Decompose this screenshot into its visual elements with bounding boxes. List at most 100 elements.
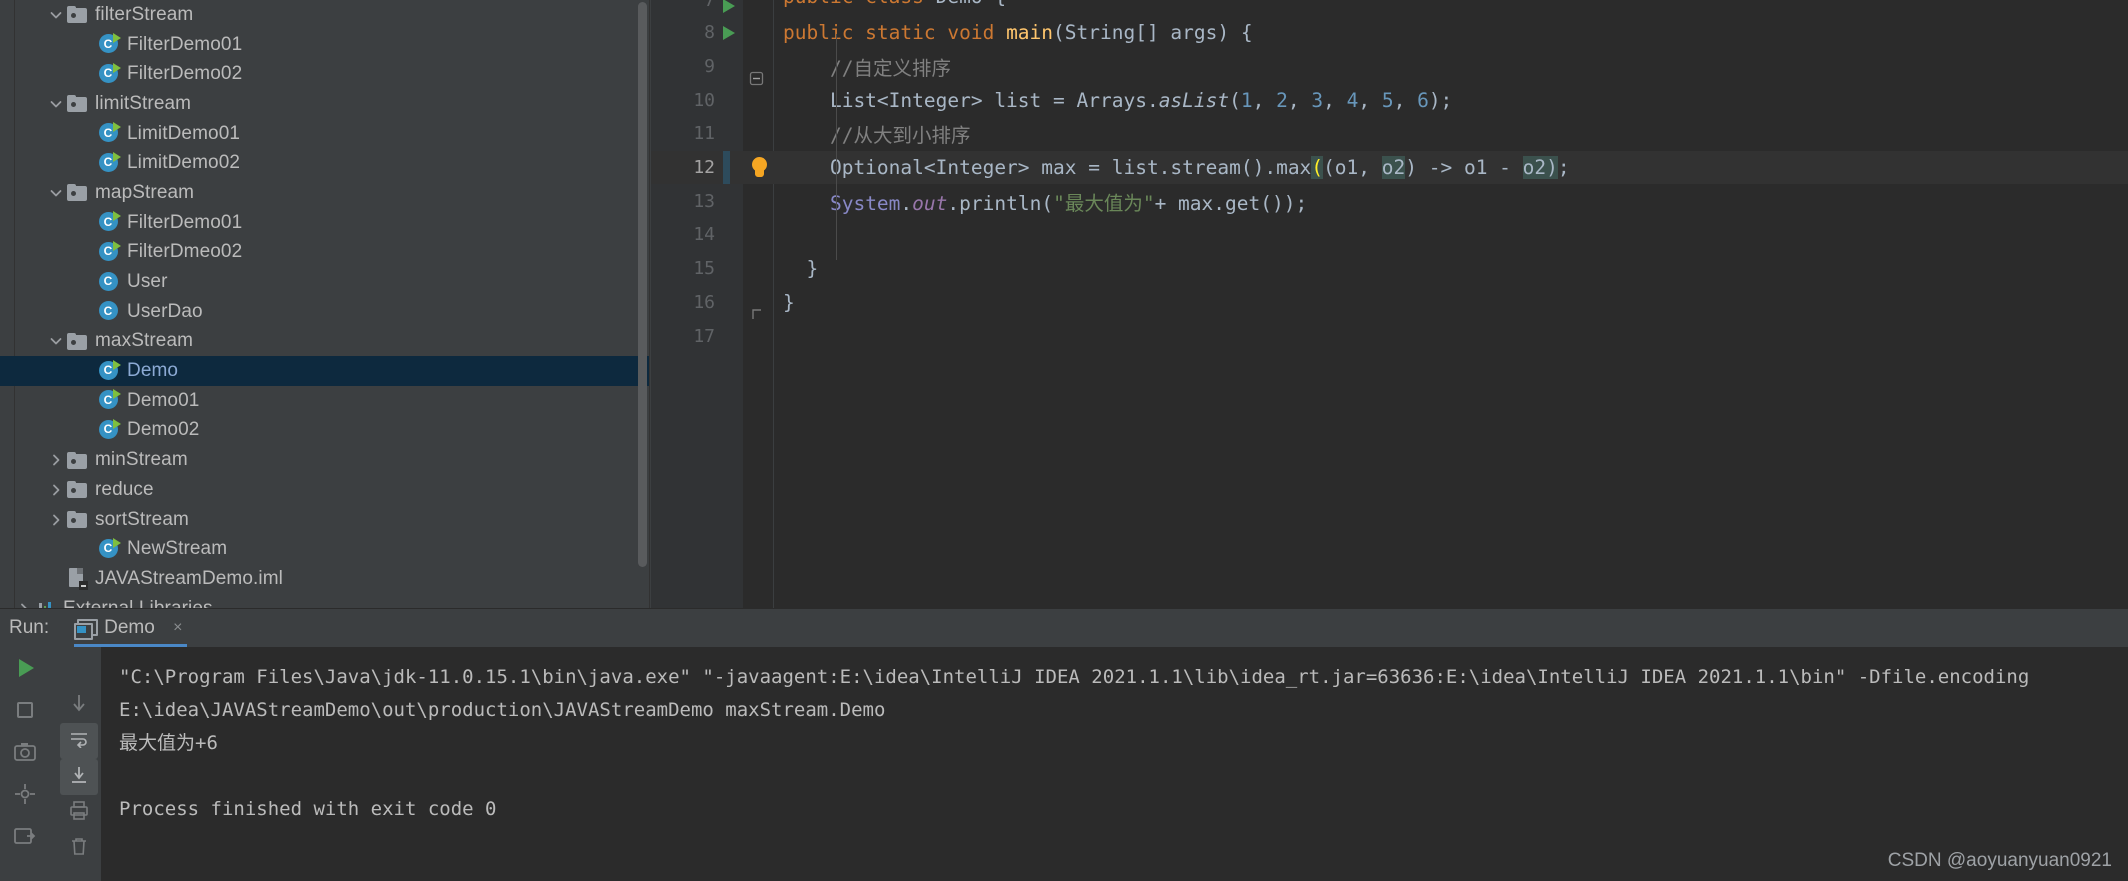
tree-item-filterdmeo02[interactable]: C FilterDmeo02 [0, 238, 650, 268]
tree-item-demo02[interactable]: C Demo02 [0, 416, 650, 446]
folder-icon [66, 479, 88, 501]
code-line-17[interactable]: 17 [651, 319, 2128, 353]
code-line-16[interactable]: 16 } [651, 286, 2128, 320]
java-class-runnable-icon: C [98, 122, 121, 145]
code-line-9[interactable]: 9 //自定义排序 [651, 50, 2128, 84]
scroll-to-end-button[interactable] [60, 759, 98, 795]
tree-item-demo[interactable]: C Demo [0, 356, 650, 386]
tree-item-javastreamdemo-iml[interactable]: JAVAStreamDemo.iml [0, 564, 650, 594]
tree-item-user[interactable]: C User [0, 267, 650, 297]
tree-item-reduce[interactable]: reduce [0, 475, 650, 505]
tree-arrow-placeholder [78, 242, 98, 262]
code-text: //自定义排序 [783, 52, 951, 81]
run-gutter-icon[interactable] [723, 0, 735, 13]
tree-item-label: Demo [127, 360, 179, 382]
line-number: 9 [704, 56, 715, 78]
project-tree-scrollbar[interactable] [638, 2, 647, 577]
console-line-4: Process finished with exit code 0 [119, 798, 497, 820]
close-icon[interactable]: × [169, 619, 187, 637]
tree-item-label: JAVAStreamDemo.iml [95, 567, 283, 589]
fold-end-icon[interactable] [750, 261, 765, 320]
tree-item-label: User [127, 271, 168, 293]
code-text: System.out.println("最大值为"+ max.get()); [829, 191, 1308, 215]
tree-item-maxstream[interactable]: maxStream [0, 327, 650, 357]
java-class-runnable-icon: C [98, 33, 121, 56]
line-number: 14 [693, 224, 715, 246]
code-text: public static void main(String[] args) { [783, 21, 1253, 45]
screenshot-button[interactable] [0, 733, 50, 775]
code-line-13[interactable]: 13 System.out.println("最大值为"+ max.get())… [651, 184, 2128, 218]
tree-item-newstream[interactable]: C NewStream [0, 534, 650, 564]
code-line-10[interactable]: 10 List<Integer> list = Arrays.asList(1,… [651, 83, 2128, 117]
tree-item-userdao[interactable]: C UserDao [0, 297, 650, 327]
tree-item-filterdemo01[interactable]: C FilterDemo01 [0, 30, 650, 60]
java-class-runnable-icon: C [98, 389, 121, 412]
folder-icon [66, 4, 88, 26]
tree-item-sortstream[interactable]: sortStream [0, 505, 650, 535]
code-editor[interactable]: 7 public class Demo { 8 public static vo… [651, 0, 2128, 608]
tree-item-filterstream[interactable]: filterStream [0, 0, 650, 30]
soft-wrap-button[interactable] [60, 723, 98, 759]
tree-item-minstream[interactable]: minStream [0, 445, 650, 475]
code-line-15[interactable]: 15 } [651, 252, 2128, 320]
tree-arrow-placeholder [78, 391, 98, 411]
tree-arrow-placeholder [46, 569, 66, 589]
arrow-down-icon [70, 693, 88, 718]
chevron-right-icon[interactable] [14, 599, 34, 608]
chevron-right-icon[interactable] [46, 480, 66, 500]
project-tool-window[interactable]: filterStream C FilterDemo01 C FilterDemo02 li… [0, 0, 650, 608]
tree-item-mapstream[interactable]: mapStream [0, 178, 650, 208]
code-line-7[interactable]: 7 public class Demo { [651, 0, 2128, 16]
scrollbar-thumb[interactable] [638, 2, 647, 567]
code-line-14[interactable]: 14 [651, 218, 2128, 252]
run-toolbar-primary[interactable] [0, 647, 60, 881]
run-gutter-icon[interactable] [723, 25, 735, 40]
chevron-right-icon[interactable] [46, 450, 66, 470]
code-line-8[interactable]: 8 public static void main(String[] args)… [651, 16, 2128, 86]
java-class-runnable-icon: C [98, 151, 121, 174]
print-button[interactable] [60, 795, 98, 831]
scroll-down-button[interactable] [60, 687, 98, 723]
code-line-11[interactable]: 11 //从大到小排序 [651, 117, 2128, 151]
clear-all-button[interactable] [60, 831, 98, 867]
tree-item-filterdemo02[interactable]: C FilterDemo02 [0, 59, 650, 89]
folder-icon [66, 93, 88, 115]
tree-item-label: reduce [95, 478, 154, 500]
chevron-down-icon[interactable] [46, 331, 66, 351]
tree-item-external-libraries[interactable]: External Libraries [0, 594, 650, 608]
tree-item-limitdemo01[interactable]: C LimitDemo01 [0, 119, 650, 149]
iml-file-icon [66, 568, 88, 591]
tree-item-limitstream[interactable]: limitStream [0, 89, 650, 119]
external-libraries-icon [34, 598, 56, 608]
chevron-down-icon[interactable] [46, 5, 66, 25]
fold-collapse-icon[interactable] [749, 25, 764, 86]
restore-layout-button[interactable] [0, 817, 50, 859]
run-toolbar-secondary[interactable] [60, 647, 100, 881]
tree-item-limitdemo02[interactable]: C LimitDemo02 [0, 148, 650, 178]
intention-bulb-icon[interactable] [750, 156, 769, 179]
chevron-right-icon[interactable] [46, 510, 66, 530]
camera-icon [14, 742, 36, 767]
chevron-down-icon[interactable] [46, 94, 66, 114]
soft-wrap-icon [69, 730, 89, 753]
code-line-12[interactable]: 12 Optional<Integer> max = list.stream()… [651, 150, 2128, 185]
rerun-button[interactable] [0, 649, 50, 691]
print-icon [69, 801, 89, 825]
console-output[interactable]: "C:\Program Files\Java\jdk-11.0.15.1\bin… [101, 647, 2128, 881]
project-tree-rows[interactable]: filterStream C FilterDemo01 C FilterDemo02 li… [0, 0, 650, 608]
tree-arrow-placeholder [78, 361, 98, 381]
java-class-runnable-icon: C [98, 537, 121, 560]
tree-item-label: limitStream [95, 92, 192, 114]
scroll-to-end-icon [69, 766, 89, 789]
chevron-down-icon[interactable] [46, 183, 66, 203]
line-number: 7 [704, 0, 715, 11]
run-tab-demo[interactable]: Demo × [74, 609, 187, 647]
stop-button[interactable] [0, 691, 50, 733]
tree-item-filterdemo01[interactable]: C FilterDemo01 [0, 208, 650, 238]
thread-dump-button[interactable] [0, 775, 50, 817]
tree-item-label: FilterDemo01 [127, 33, 243, 55]
line-number: 17 [693, 325, 715, 347]
restore-layout-icon [14, 826, 36, 851]
folder-icon [66, 449, 88, 471]
tree-item-demo01[interactable]: C Demo01 [0, 386, 650, 416]
